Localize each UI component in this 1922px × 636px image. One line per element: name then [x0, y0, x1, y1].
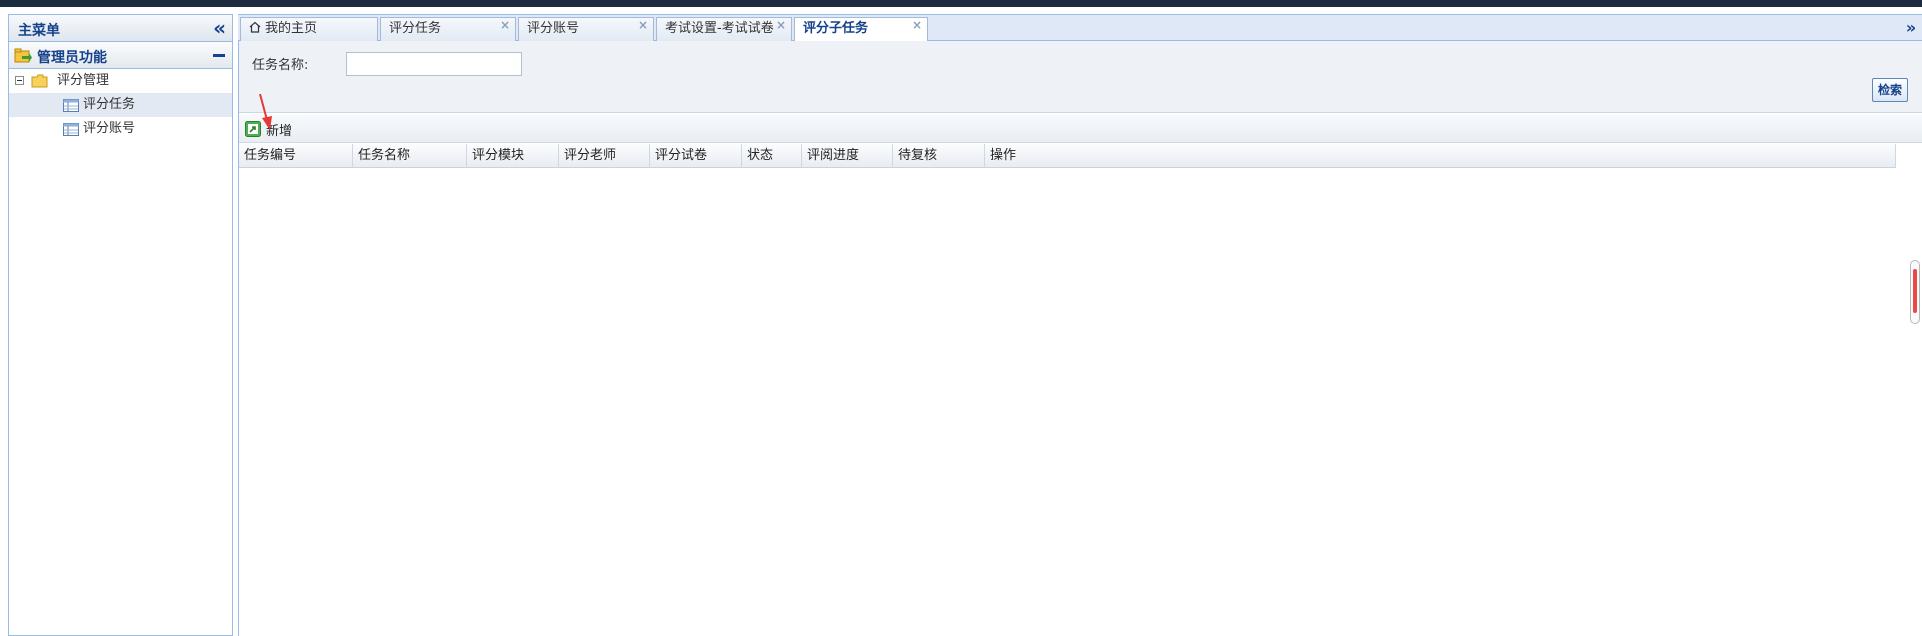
home-icon	[249, 21, 261, 33]
menu-tree: 评分管理 评分任务 评分账号	[9, 69, 232, 141]
search-panel: 任务名称: 检索	[239, 41, 1922, 113]
sidebar-item-label: 评分账号	[83, 121, 136, 136]
tab-label: 评分子任务	[803, 21, 869, 36]
table-icon	[63, 99, 79, 112]
tab-bar: 我的主页 评分任务 × 评分账号 × 考试设置-考试试卷 × 评分子任务 × »	[238, 14, 1922, 43]
table-icon	[63, 123, 79, 136]
close-icon[interactable]: ×	[912, 14, 922, 36]
tab-rating-tasks[interactable]: 评分任务 ×	[380, 17, 516, 41]
column-header-task-id[interactable]: 任务编号	[239, 144, 353, 168]
tab-label: 我的主页	[265, 21, 318, 36]
column-header-rating-module[interactable]: 评分模块	[467, 144, 559, 168]
grid-body	[239, 169, 1922, 636]
column-header-rating-teacher[interactable]: 评分老师	[559, 144, 650, 168]
sidebar-item-rating-accounts[interactable]: 评分账号	[9, 117, 232, 141]
tab-scroll-down-icon[interactable]: »	[1903, 17, 1919, 39]
page-scrollbar[interactable]	[1910, 260, 1920, 324]
grid-header: 任务编号 任务名称 评分模块 评分老师 评分试卷 状态 评阅进度 待复核 操作	[239, 144, 1896, 168]
window-top-bar	[0, 0, 1922, 7]
sidebar-item-rating-tasks[interactable]: 评分任务	[9, 93, 232, 117]
tab-label: 考试设置-考试试卷	[665, 21, 774, 36]
column-header-status[interactable]: 状态	[742, 144, 802, 168]
main-content: 任务名称: 检索 新增 任务编号 任务名称 评分模块 评分老师 评分试卷 状态 …	[238, 41, 1922, 636]
task-name-label: 任务名称:	[252, 58, 309, 73]
tab-exam-settings[interactable]: 考试设置-考试试卷 ×	[656, 17, 792, 41]
sidebar-header: 主菜单 «	[9, 15, 232, 42]
group-collapse-icon[interactable]	[213, 54, 225, 57]
admin-folder-icon	[14, 48, 32, 63]
column-header-actions[interactable]: 操作	[985, 144, 1896, 168]
close-icon[interactable]: ×	[500, 14, 510, 36]
annotation-arrow-icon	[259, 94, 272, 130]
folder-icon	[31, 74, 48, 88]
sidebar-group-admin[interactable]: 管理员功能	[9, 42, 232, 69]
sidebar: 主菜单 « 管理员功能 评分管理 评分任务 评分账号	[8, 14, 233, 636]
column-header-task-name[interactable]: 任务名称	[353, 144, 467, 168]
column-header-review-progress[interactable]: 评阅进度	[802, 144, 893, 168]
tab-rating-subtasks[interactable]: 评分子任务 ×	[794, 17, 928, 43]
sidebar-item-label: 评分任务	[83, 97, 136, 112]
tab-label: 评分任务	[389, 21, 442, 36]
grid-toolbar: 新增	[239, 94, 1922, 143]
tab-rating-accounts[interactable]: 评分账号 ×	[518, 17, 654, 41]
task-name-input[interactable]	[346, 52, 522, 76]
collapse-sidebar-icon[interactable]: «	[213, 16, 226, 40]
tab-home[interactable]: 我的主页	[240, 17, 378, 41]
tree-node-label: 评分管理	[57, 73, 110, 88]
sidebar-group-label: 管理员功能	[37, 50, 107, 66]
tab-label: 评分账号	[527, 21, 580, 36]
close-icon[interactable]: ×	[776, 14, 786, 36]
column-header-rating-paper[interactable]: 评分试卷	[650, 144, 742, 168]
sidebar-title: 主菜单	[18, 23, 60, 39]
column-header-pending-recheck[interactable]: 待复核	[893, 144, 985, 168]
tree-collapse-icon[interactable]	[15, 76, 24, 85]
search-button[interactable]: 检索	[1872, 78, 1908, 102]
tree-node-rating-management[interactable]: 评分管理	[9, 69, 232, 93]
close-icon[interactable]: ×	[638, 14, 648, 36]
